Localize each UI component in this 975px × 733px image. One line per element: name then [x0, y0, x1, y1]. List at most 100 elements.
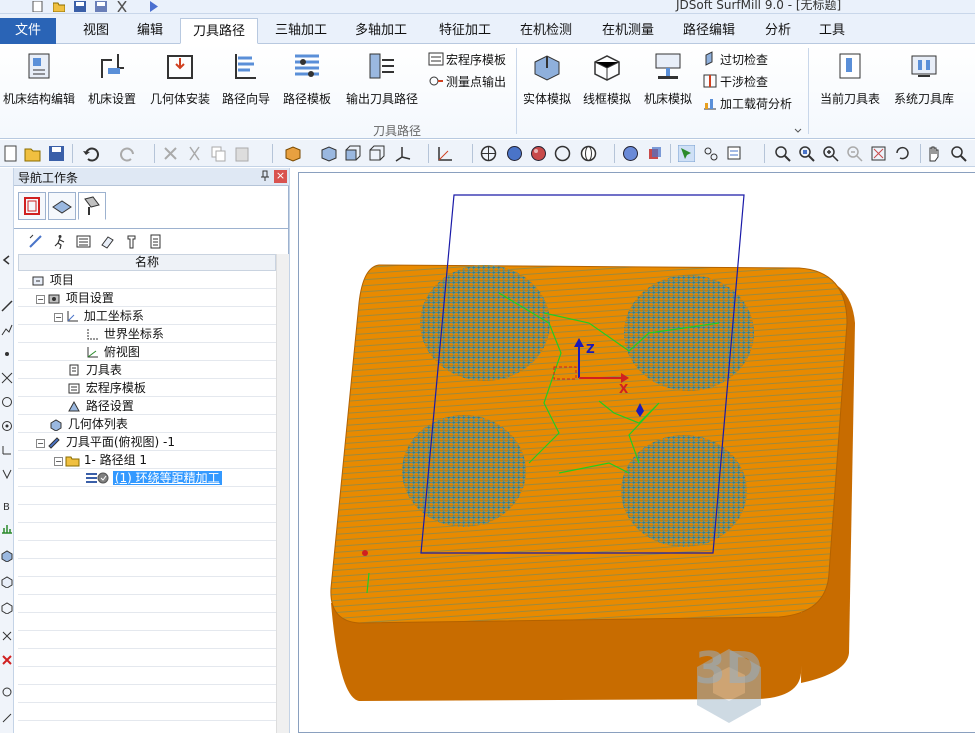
- tree-row[interactable]: 几何体列表: [36, 415, 128, 433]
- delete-red-icon[interactable]: [1, 654, 13, 666]
- expand-toggle[interactable]: −: [54, 313, 63, 322]
- circle-tool-icon[interactable]: [1, 396, 13, 408]
- select-filter-icon[interactable]: [726, 145, 743, 162]
- chart-tool-icon[interactable]: [1, 522, 13, 534]
- pan-hand-icon[interactable]: [926, 145, 943, 162]
- arrow-left-icon[interactable]: [1, 254, 13, 266]
- tool-icon[interactable]: [124, 234, 139, 249]
- globe-icon[interactable]: [580, 145, 597, 162]
- select-group-icon[interactable]: [702, 145, 719, 162]
- measure-point-output-button[interactable]: 测量点输出: [428, 72, 506, 92]
- tab-toolpath-tree[interactable]: [78, 192, 106, 220]
- machine-simulation-button[interactable]: 机床模拟: [640, 50, 696, 107]
- workpiece-block[interactable]: [330, 264, 855, 701]
- path-template-button[interactable]: 路径模板: [279, 50, 335, 107]
- point-tool-icon[interactable]: [1, 348, 13, 360]
- run-figure-icon[interactable]: [52, 234, 67, 249]
- redo-icon[interactable]: [120, 145, 137, 162]
- cube-iso-icon[interactable]: [368, 145, 385, 162]
- expand-toggle[interactable]: −: [36, 439, 45, 448]
- wireframe-simulation-button[interactable]: 线框模拟: [580, 50, 634, 107]
- tree-row[interactable]: (1) 环绕等距精加工: [72, 469, 222, 487]
- tree-column-header[interactable]: 名称: [18, 254, 276, 271]
- mesh-tool-icon[interactable]: [1, 602, 13, 614]
- system-tool-library-button[interactable]: 系统刀具库: [888, 50, 960, 107]
- solid-tool-icon[interactable]: [1, 550, 13, 562]
- new-path-icon[interactable]: [28, 234, 43, 249]
- new-file-icon[interactable]: [2, 145, 19, 162]
- list-view-icon[interactable]: [76, 234, 91, 249]
- file-menu-button[interactable]: 文件: [0, 18, 56, 44]
- trim-tool-icon[interactable]: [1, 372, 13, 384]
- save-icon[interactable]: [74, 1, 86, 12]
- machine-structure-edit-button[interactable]: 机床结构编辑: [0, 50, 78, 107]
- tree-row[interactable]: − 项目设置: [36, 289, 114, 307]
- 3d-viewport[interactable]: Z X 3D: [298, 172, 975, 733]
- document-icon[interactable]: [148, 234, 163, 249]
- shaded-sphere-icon[interactable]: [506, 145, 523, 162]
- zoom-fit-icon[interactable]: [798, 145, 815, 162]
- save-icon[interactable]: [48, 145, 65, 162]
- scale-tool-icon[interactable]: [1, 686, 13, 698]
- open-file-icon[interactable]: [24, 145, 41, 162]
- cut-icon[interactable]: [186, 145, 203, 162]
- delete-icon[interactable]: [162, 145, 179, 162]
- expand-toggle[interactable]: −: [54, 457, 63, 466]
- tab-3axis[interactable]: 三轴加工: [262, 18, 340, 44]
- edit-shape-icon[interactable]: [100, 234, 115, 249]
- run-icon[interactable]: [148, 1, 160, 12]
- macro-template-button[interactable]: 宏程序模板: [428, 50, 506, 70]
- interference-check-button[interactable]: 干涉检查: [702, 72, 768, 92]
- current-tool-table-button[interactable]: 当前刀具表: [814, 50, 886, 107]
- tab-onmachine-inspect[interactable]: 在机检测: [507, 18, 585, 44]
- solid-simulation-button[interactable]: 实体模拟: [520, 50, 574, 107]
- tree-row[interactable]: 世界坐标系: [72, 325, 164, 343]
- tree-row[interactable]: − 刀具平面(俯视图) -1: [36, 433, 175, 451]
- load-analysis-button[interactable]: 加工载荷分析: [702, 94, 792, 114]
- tree-row[interactable]: 路径设置: [54, 397, 134, 415]
- line-tool-icon[interactable]: [1, 300, 13, 312]
- pin-icon[interactable]: [259, 170, 271, 182]
- ribbon-expand-icon[interactable]: [794, 126, 802, 134]
- tree-row[interactable]: − 1- 路径组 1: [54, 451, 147, 469]
- wireframe-shade-icon[interactable]: [480, 145, 497, 162]
- b-tool-icon[interactable]: B: [1, 500, 13, 512]
- cube-front-icon[interactable]: [344, 145, 361, 162]
- new-file-icon[interactable]: [32, 1, 44, 12]
- tree-row[interactable]: 俯视图: [72, 343, 140, 361]
- cube-view-icon[interactable]: [320, 145, 337, 162]
- tree-row[interactable]: − 加工坐标系: [54, 307, 144, 325]
- tab-analysis[interactable]: 分析: [756, 18, 800, 44]
- copy-icon[interactable]: [210, 145, 227, 162]
- geometry-install-button[interactable]: 几何体安装: [144, 50, 216, 107]
- surface-tool-icon[interactable]: [1, 576, 13, 588]
- paste-icon[interactable]: [234, 145, 251, 162]
- expand-toggle[interactable]: −: [36, 295, 45, 304]
- polyline-tool-icon[interactable]: [1, 324, 13, 336]
- undo-icon[interactable]: [82, 145, 99, 162]
- tab-onmachine-measure[interactable]: 在机测量: [589, 18, 667, 44]
- close-icon[interactable]: ×: [274, 170, 287, 183]
- 3d-model-render[interactable]: Z X: [299, 173, 975, 733]
- path-tool-icon[interactable]: [1, 468, 13, 480]
- tab-layers[interactable]: [18, 192, 46, 220]
- tab-view[interactable]: 视图: [72, 18, 120, 44]
- path-wizard-button[interactable]: 路径向导: [218, 50, 274, 107]
- open-file-icon[interactable]: [53, 1, 65, 12]
- tree-scrollbar[interactable]: [276, 254, 289, 733]
- zoom-dynamic-icon[interactable]: [950, 145, 967, 162]
- tab-geometry[interactable]: [48, 192, 76, 220]
- save-as-icon[interactable]: [95, 1, 107, 12]
- tab-edit[interactable]: 编辑: [126, 18, 174, 44]
- tab-path-edit[interactable]: 路径编辑: [670, 18, 748, 44]
- tree-row[interactable]: 项目: [18, 271, 74, 289]
- tree-row[interactable]: 刀具表: [54, 361, 122, 379]
- select-path-icon[interactable]: [678, 145, 695, 162]
- zoom-window-icon[interactable]: [774, 145, 791, 162]
- axis-view-icon[interactable]: [394, 145, 411, 162]
- output-toolpath-button[interactable]: 输出刀具路径: [340, 50, 424, 107]
- rotate-view-icon[interactable]: [894, 145, 911, 162]
- tab-multiaxis[interactable]: 多轴加工: [342, 18, 420, 44]
- angle-tool-icon[interactable]: [1, 712, 13, 724]
- tab-feature[interactable]: 特征加工: [426, 18, 504, 44]
